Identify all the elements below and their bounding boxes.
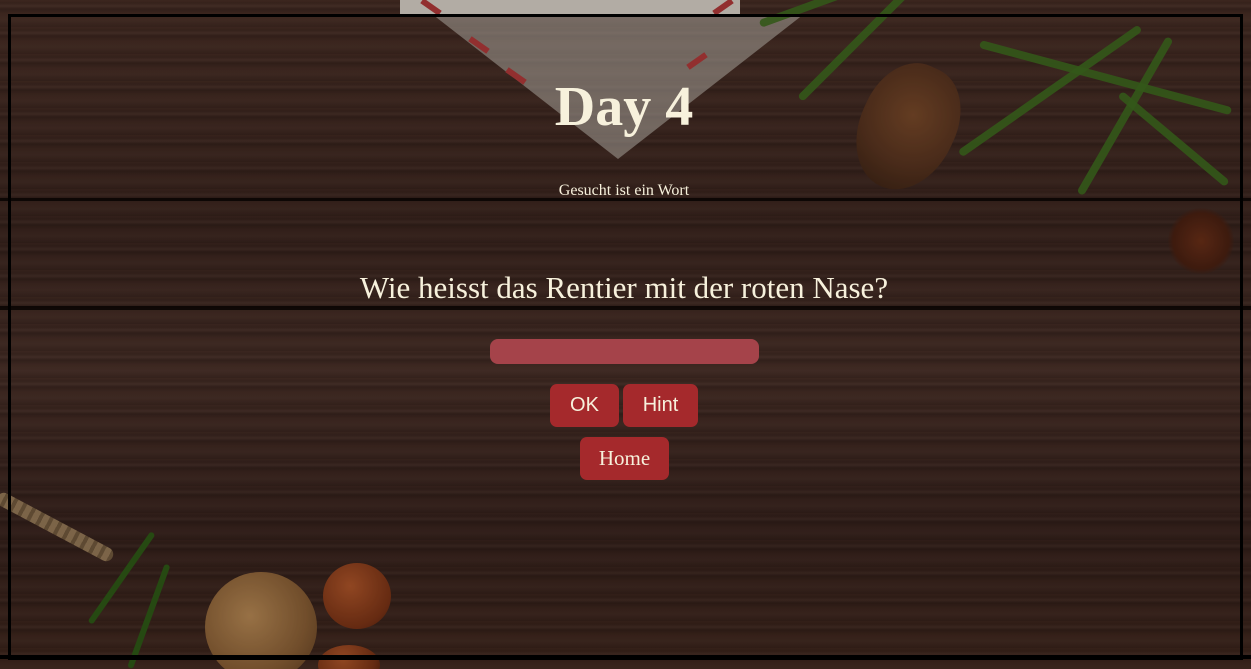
ok-button[interactable]: OK	[550, 384, 619, 427]
hint-button[interactable]: Hint	[623, 384, 698, 427]
riddle-question: Wie heisst das Rentier mit der roten Nas…	[359, 270, 889, 305]
answer-input[interactable]	[490, 339, 759, 364]
home-button[interactable]: Home	[580, 437, 669, 480]
hint-subtitle: Gesucht ist ein Wort	[558, 182, 690, 199]
main-content: Day 4 Gesucht ist ein Wort Wie heisst da…	[0, 0, 1251, 669]
page-title: Day 4	[554, 76, 694, 138]
